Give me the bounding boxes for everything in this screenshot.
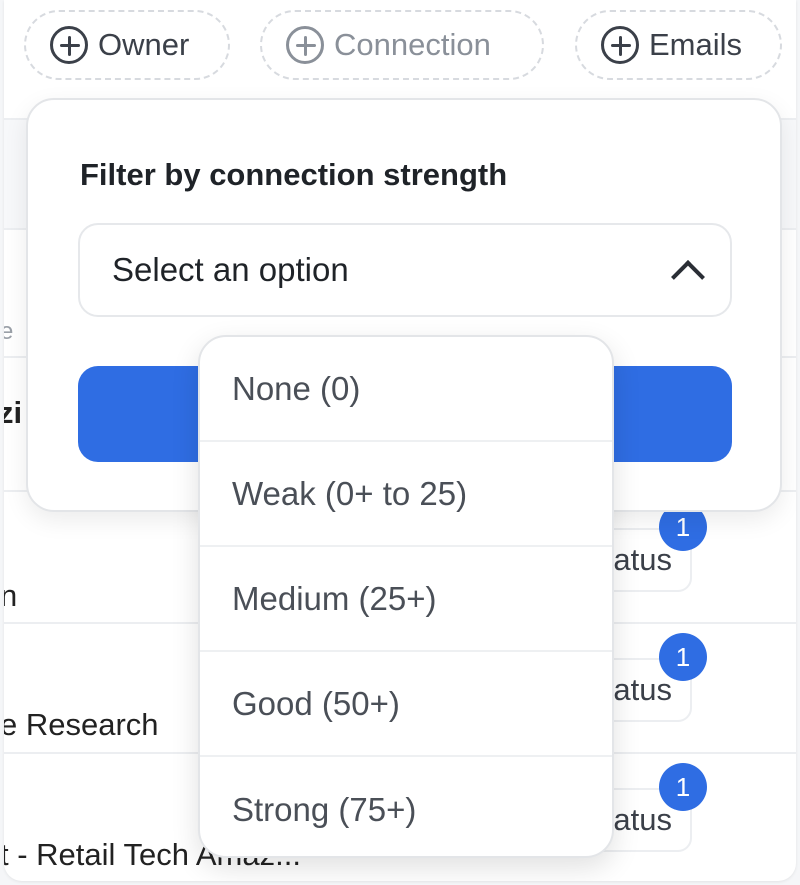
option-good[interactable]: Good (50+) — [200, 652, 612, 757]
count-badge: 1 — [659, 633, 707, 681]
select-placeholder: Select an option — [112, 251, 349, 288]
chevron-up-icon — [671, 260, 705, 294]
header-cell-fragment: e — [4, 318, 14, 345]
option-strong[interactable]: Strong (75+) — [200, 757, 612, 856]
plus-circle-icon — [601, 26, 639, 64]
app-frame: Owner Connection Emails e zi n atus 1 e … — [4, 0, 796, 881]
row-name-fragment: zi — [4, 395, 23, 430]
emails-chip-label: Emails — [649, 27, 743, 62]
owner-chip-label: Owner — [98, 27, 190, 62]
option-none[interactable]: None (0) — [200, 337, 612, 442]
owner-filter-chip[interactable]: Owner — [24, 10, 230, 80]
plus-circle-icon — [50, 26, 88, 64]
option-weak[interactable]: Weak (0+ to 25) — [200, 442, 612, 547]
row-name-fragment: n — [4, 578, 18, 613]
connection-strength-options: None (0) Weak (0+ to 25) Medium (25+) Go… — [198, 335, 614, 858]
option-medium[interactable]: Medium (25+) — [200, 547, 612, 652]
emails-filter-chip[interactable]: Emails — [575, 10, 782, 80]
connection-strength-select[interactable]: Select an option — [78, 223, 732, 317]
plus-circle-icon — [286, 26, 324, 64]
connection-filter-chip[interactable]: Connection — [260, 10, 544, 80]
count-badge: 1 — [659, 763, 707, 811]
row-name-fragment: e Research — [4, 707, 159, 742]
connection-chip-label: Connection — [334, 27, 491, 62]
popover-title: Filter by connection strength — [80, 157, 508, 192]
